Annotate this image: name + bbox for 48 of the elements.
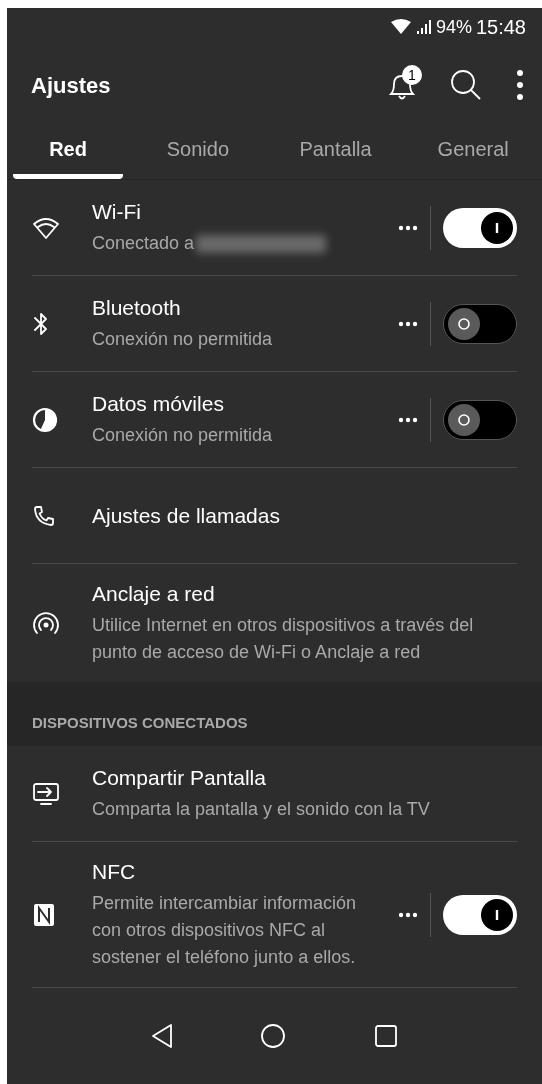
nfc-icon (32, 901, 56, 928)
tab[interactable]: Sonido (129, 124, 267, 179)
more-options-icon[interactable] (398, 320, 418, 327)
home-icon[interactable] (260, 1023, 287, 1049)
toggle-knob-icon (481, 898, 513, 931)
item-title[interactable]: Bluetooth (92, 294, 390, 322)
half-circle-icon (32, 406, 58, 433)
item-subtitle: Utilice Internet en otros dispositivos a través del punto de acceso de Wi-Fi o Anclaje a red (92, 614, 475, 664)
item-subtitle: Permite intercambiar información con otros dispositivos NFC al sostener el teléfono junto a ellos. (92, 892, 358, 969)
item-subtitle: Comparta la pantalla y el sonido con la TV (92, 798, 430, 821)
toggle-knob-icon (481, 211, 513, 244)
more-options-icon[interactable] (398, 224, 418, 231)
bluetooth-icon (32, 310, 50, 337)
toggle-switch[interactable] (443, 303, 517, 344)
toggle-switch[interactable] (443, 894, 517, 935)
more-menu-icon[interactable] (516, 69, 524, 101)
toggle-switch[interactable] (443, 207, 517, 248)
screen-share-icon (32, 780, 60, 807)
toggle-knob-icon (448, 307, 480, 340)
more-options-icon[interactable] (398, 911, 418, 918)
item-subtitle: Conectado a (92, 232, 195, 255)
clock-time: 15:48 (475, 15, 526, 40)
item-subtitle: Conexión no permitida (92, 328, 273, 351)
battery-level: 94% (435, 15, 472, 39)
recent-apps-icon[interactable] (374, 1024, 399, 1048)
back-icon[interactable] (150, 1023, 173, 1049)
hotspot-icon (32, 611, 60, 635)
tab[interactable]: General (404, 124, 542, 179)
item-title[interactable]: Ajustes de llamadas (92, 501, 517, 530)
toggle-switch[interactable] (443, 399, 517, 440)
wifi-signal-icon (389, 19, 412, 35)
tab[interactable]: Red (13, 124, 124, 179)
item-title[interactable]: Wi-Fi (92, 198, 390, 226)
cell-signal-icon (415, 19, 432, 35)
wifi-icon (32, 215, 60, 240)
phone-icon (32, 503, 56, 528)
notification-badge: 1 (402, 65, 422, 85)
page-title: Ajustes (31, 71, 112, 100)
notifications-button[interactable]: 1 (382, 65, 422, 105)
tab[interactable]: Pantalla (266, 124, 405, 179)
more-options-icon[interactable] (398, 416, 418, 423)
toggle-knob-icon (448, 403, 480, 436)
item-subtitle: Conexión no permitida (92, 424, 273, 447)
section-header: DISPOSITIVOS CONECTADOS (32, 712, 248, 733)
item-title[interactable]: Anclaje a red (92, 580, 517, 608)
item-title[interactable]: Datos móviles (92, 390, 390, 418)
item-title[interactable]: NFC (92, 858, 390, 886)
item-title[interactable]: Compartir Pantalla (92, 764, 517, 792)
